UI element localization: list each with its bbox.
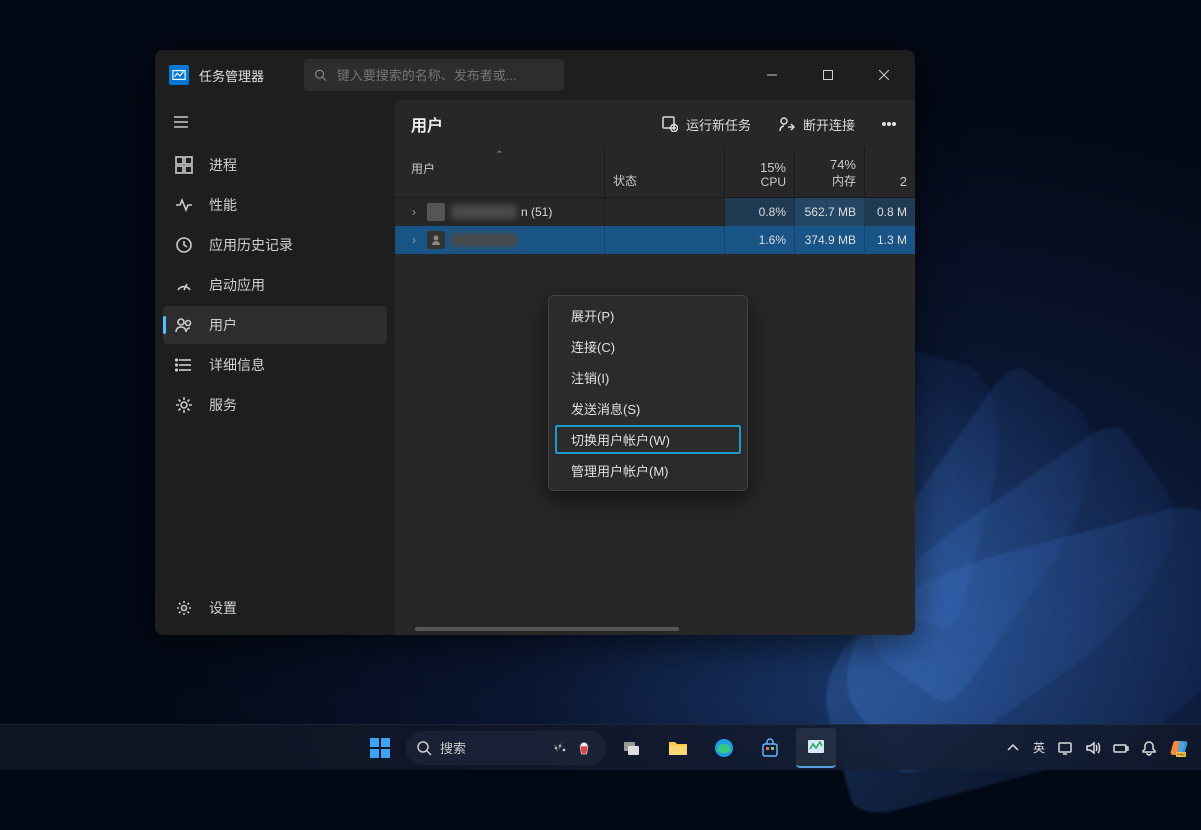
ctx-send-message[interactable]: 发送消息(S) (549, 393, 747, 424)
ime-indicator[interactable]: 英 (1033, 739, 1045, 756)
pulse-icon (175, 196, 193, 214)
menu-icon (173, 114, 189, 130)
gauge-icon (175, 276, 193, 294)
sidebar: 进程 性能 应用历史记录 启动应用 用户 (155, 100, 395, 635)
taskbar-task-manager[interactable] (796, 728, 836, 768)
avatar (427, 231, 445, 249)
close-button[interactable] (861, 59, 907, 91)
sidebar-item-history[interactable]: 应用历史记录 (163, 226, 387, 264)
expand-icon[interactable]: › (405, 233, 423, 247)
sidebar-item-startup[interactable]: 启动应用 (163, 266, 387, 304)
popcorn-icon (576, 740, 592, 756)
battery-icon[interactable] (1113, 740, 1129, 756)
table-row[interactable]: › 1.6% 374.9 MB 1.3 M (395, 226, 915, 254)
network-icon[interactable] (1057, 740, 1073, 756)
search-box[interactable] (304, 59, 564, 91)
gear-icon (175, 396, 193, 414)
taskbar-search[interactable]: 搜索 (406, 731, 606, 765)
column-status[interactable]: 状态 (605, 148, 725, 197)
column-user[interactable]: ⌃ 用户 (395, 148, 605, 197)
sidebar-item-label: 设置 (209, 598, 237, 618)
taskbar: 搜索 英 PRE (0, 724, 1201, 770)
sidebar-item-label: 详细信息 (209, 355, 265, 375)
app-icon (169, 65, 189, 85)
sidebar-item-services[interactable]: 服务 (163, 386, 387, 424)
list-icon (175, 356, 193, 374)
context-menu: 展开(P) 连接(C) 注销(I) 发送消息(S) 切换用户帐户(W) 管理用户… (548, 295, 748, 491)
page-title: 用户 (411, 112, 644, 136)
sidebar-item-label: 应用历史记录 (209, 235, 293, 255)
sidebar-item-details[interactable]: 详细信息 (163, 346, 387, 384)
volume-icon[interactable] (1085, 740, 1101, 756)
task-manager-icon (806, 737, 826, 757)
taskbar-edge[interactable] (704, 728, 744, 768)
bell-icon[interactable] (1141, 740, 1157, 756)
grid-icon (175, 156, 193, 174)
sparkle-icon (552, 740, 568, 756)
table-row[interactable]: › n (51) 0.8% 562.7 MB 0.8 M (395, 198, 915, 226)
sidebar-item-label: 用户 (209, 315, 237, 335)
hamburger-button[interactable] (163, 104, 199, 140)
ctx-manage-account[interactable]: 管理用户帐户(M) (549, 455, 747, 486)
users-icon (175, 316, 193, 334)
windows-icon (369, 737, 391, 759)
run-new-task-button[interactable]: 运行新任务 (652, 109, 761, 140)
minimize-button[interactable] (749, 59, 795, 91)
more-button[interactable] (873, 110, 905, 138)
store-icon (760, 738, 780, 758)
sort-arrow-icon: ⌃ (495, 150, 503, 161)
search-icon (314, 68, 327, 82)
expand-icon[interactable]: › (405, 205, 423, 219)
username-redacted (451, 205, 517, 219)
column-memory[interactable]: 74% 内存 (795, 148, 865, 197)
titlebar: 任务管理器 (155, 50, 915, 100)
history-icon (175, 236, 193, 254)
sidebar-item-label: 性能 (209, 195, 237, 215)
table-header: ⌃ 用户 状态 15% CPU 74% 内存 2 (395, 148, 915, 198)
task-view-icon (622, 738, 642, 758)
folder-icon (667, 737, 689, 759)
taskbar-task-view[interactable] (612, 728, 652, 768)
search-input[interactable] (337, 68, 554, 83)
ctx-expand[interactable]: 展开(P) (549, 300, 747, 331)
sidebar-item-label: 服务 (209, 395, 237, 415)
task-manager-window: 任务管理器 进程 性能 (155, 50, 915, 635)
chevron-up-icon[interactable] (1005, 740, 1021, 756)
sidebar-item-label: 启动应用 (209, 275, 265, 295)
horizontal-scrollbar[interactable] (415, 627, 895, 631)
sidebar-item-processes[interactable]: 进程 (163, 146, 387, 184)
disconnect-button[interactable]: 断开连接 (769, 109, 865, 140)
start-button[interactable] (360, 728, 400, 768)
app-title: 任务管理器 (199, 66, 264, 85)
svg-text:PRE: PRE (1177, 752, 1186, 757)
content-panel: 用户 运行新任务 断开连接 ⌃ 用户 状态 (395, 100, 915, 635)
play-plus-icon (662, 116, 678, 132)
sidebar-item-performance[interactable]: 性能 (163, 186, 387, 224)
more-icon (881, 116, 897, 132)
search-icon (416, 740, 432, 756)
disconnect-icon (779, 116, 795, 132)
edge-icon (713, 737, 735, 759)
ctx-connect[interactable]: 连接(C) (549, 331, 747, 362)
sidebar-item-users[interactable]: 用户 (163, 306, 387, 344)
avatar (427, 203, 445, 221)
ctx-switch-user[interactable]: 切换用户帐户(W) (555, 425, 741, 454)
settings-icon (175, 599, 193, 617)
sidebar-settings[interactable]: 设置 (163, 589, 387, 627)
username-redacted (451, 233, 517, 247)
copilot-icon[interactable]: PRE (1169, 737, 1191, 759)
taskbar-explorer[interactable] (658, 728, 698, 768)
sidebar-item-label: 进程 (209, 155, 237, 175)
column-extra[interactable]: 2 (865, 148, 915, 197)
maximize-button[interactable] (805, 59, 851, 91)
ctx-signoff[interactable]: 注销(I) (549, 362, 747, 393)
taskbar-store[interactable] (750, 728, 790, 768)
column-cpu[interactable]: 15% CPU (725, 148, 795, 197)
